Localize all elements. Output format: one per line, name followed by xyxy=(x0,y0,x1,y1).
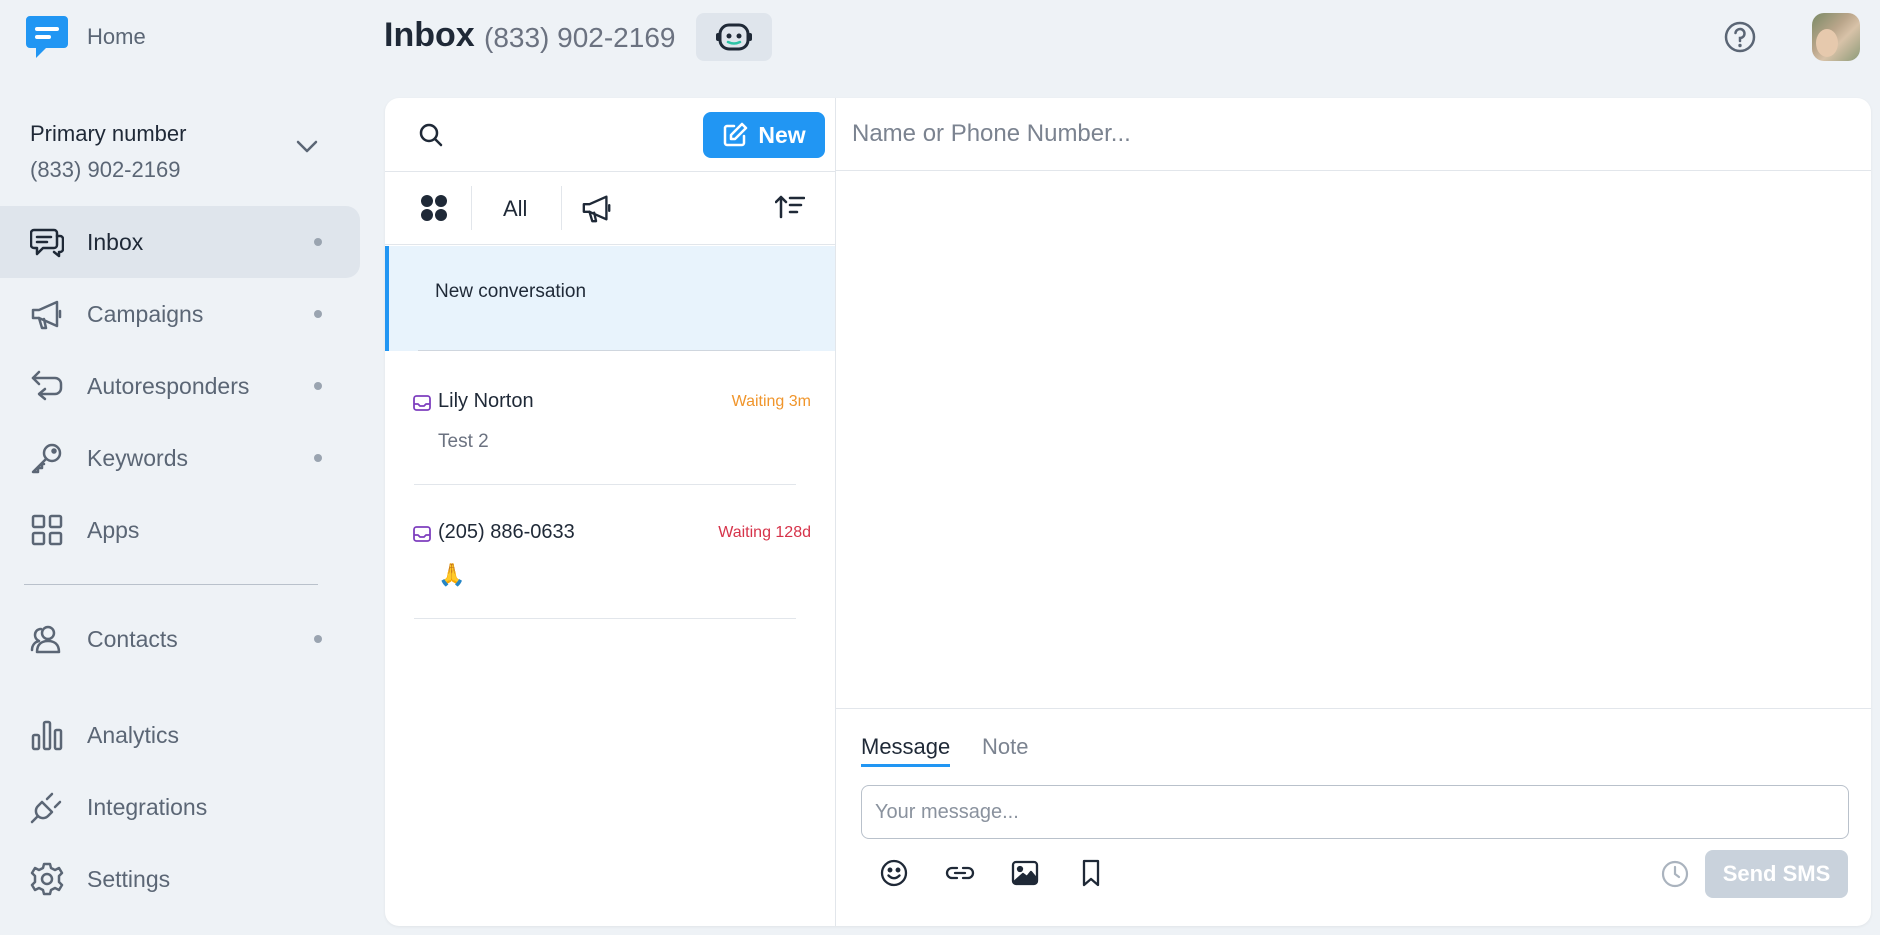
message-preview: 🙏 xyxy=(438,562,466,587)
tab-message[interactable]: Message xyxy=(861,734,951,767)
message-composer: Message Note Your message... Send SMS xyxy=(836,708,1871,926)
sidebar-item-inbox[interactable]: Inbox xyxy=(0,206,360,278)
sidebar-item-integrations[interactable]: Integrations xyxy=(0,771,360,843)
status-dot xyxy=(314,382,322,390)
divider xyxy=(471,186,472,230)
ai-assistant-button[interactable] xyxy=(696,13,772,61)
robot-icon xyxy=(714,19,754,55)
inbox-tray-icon xyxy=(412,393,432,413)
status-dot xyxy=(314,310,322,318)
search-icon[interactable] xyxy=(418,122,444,148)
reply-arrows-icon xyxy=(30,369,64,403)
chat-bubbles-icon xyxy=(30,225,64,259)
link-icon[interactable] xyxy=(944,858,976,888)
emoji-icon[interactable] xyxy=(879,858,909,888)
sidebar-item-label: Inbox xyxy=(87,228,144,255)
send-sms-button[interactable]: Send SMS xyxy=(1705,850,1848,898)
sidebar-item-label: Integrations xyxy=(87,793,208,820)
new-conversation-item[interactable]: New conversation xyxy=(385,246,835,351)
image-icon[interactable] xyxy=(1010,858,1040,888)
divider xyxy=(418,350,800,351)
sort-icon[interactable] xyxy=(775,194,805,220)
gear-icon xyxy=(30,862,64,896)
contacts-icon xyxy=(30,622,64,656)
tab-note[interactable]: Note xyxy=(982,734,1028,760)
sidebar-item-autoresponders[interactable]: Autoresponders xyxy=(0,350,360,422)
chevron-down-icon[interactable] xyxy=(296,140,318,154)
all-sources-filter-icon[interactable] xyxy=(420,194,448,222)
megaphone-icon xyxy=(30,297,64,331)
new-conversation-label: New conversation xyxy=(435,281,587,302)
conversation-item[interactable]: (205) 886-0633 Waiting 128d 🙏 xyxy=(385,521,835,614)
message-preview: Test 2 xyxy=(438,431,489,452)
page-title: Inbox xyxy=(384,16,475,54)
compose-pane: Message Note xyxy=(836,98,1871,926)
contact-name: (205) 886-0633 xyxy=(438,521,575,543)
help-icon[interactable] xyxy=(1723,20,1757,54)
divider xyxy=(561,186,562,230)
recipient-input[interactable] xyxy=(836,98,1871,171)
clock-icon[interactable] xyxy=(1660,859,1690,889)
sidebar-item-apps[interactable]: Apps xyxy=(0,494,360,566)
waiting-status: Waiting 128d xyxy=(718,524,811,541)
key-icon xyxy=(30,441,64,475)
user-avatar[interactable] xyxy=(1812,13,1860,61)
new-button-label: New xyxy=(758,121,806,148)
sidebar-item-label: Apps xyxy=(87,516,140,543)
sidebar-item-keywords[interactable]: Keywords xyxy=(0,422,360,494)
inbox-tray-icon xyxy=(412,524,432,544)
inbox-card: New All New conversation Lily Norton Wai… xyxy=(385,98,1871,926)
primary-number-label: Primary number xyxy=(30,121,187,146)
page-phone-number: (833) 902-2169 xyxy=(484,22,676,53)
sidebar-item-label: Campaigns xyxy=(87,300,204,327)
conversation-item[interactable]: Lily Norton Waiting 3m Test 2 xyxy=(385,390,835,483)
conversation-list-pane: New All New conversation Lily Norton Wai… xyxy=(385,98,836,926)
filter-all[interactable]: All xyxy=(503,196,527,222)
sidebar-item-label: Settings xyxy=(87,865,171,892)
sidebar-item-analytics[interactable]: Analytics xyxy=(0,699,360,771)
list-toolbar: New xyxy=(385,98,835,172)
bar-chart-icon xyxy=(30,718,64,752)
waiting-status: Waiting 3m xyxy=(731,393,811,410)
campaign-filter-megaphone-icon[interactable] xyxy=(581,192,613,224)
primary-number-selector[interactable]: Primary number (833) 902-2169 xyxy=(30,121,186,183)
plug-icon xyxy=(30,790,64,824)
message-input[interactable] xyxy=(861,785,1849,839)
filter-bar: All xyxy=(385,172,835,245)
divider xyxy=(414,618,796,619)
bookmark-icon[interactable] xyxy=(1076,858,1106,888)
sidebar-item-contacts[interactable]: Contacts xyxy=(0,603,360,675)
sidebar-item-label: Analytics xyxy=(87,721,180,748)
compose-icon xyxy=(722,122,748,148)
status-dot xyxy=(314,238,322,246)
divider xyxy=(414,484,796,485)
sidebar-divider xyxy=(24,584,318,585)
sidebar-item-settings[interactable]: Settings xyxy=(0,843,360,915)
primary-number-value: (833) 902-2169 xyxy=(30,157,181,182)
new-conversation-button[interactable]: New xyxy=(703,112,825,158)
sidebar-item-label: Contacts xyxy=(87,625,178,652)
apps-grid-icon xyxy=(30,513,64,547)
contact-name: Lily Norton xyxy=(438,390,534,412)
app-logo[interactable] xyxy=(24,14,70,60)
sidebar-item-campaigns[interactable]: Campaigns xyxy=(0,278,360,350)
home-link[interactable]: Home xyxy=(87,24,146,50)
sidebar-item-label: Keywords xyxy=(87,444,188,471)
sidebar-item-label: Autoresponders xyxy=(87,372,250,399)
status-dot xyxy=(314,635,322,643)
status-dot xyxy=(314,454,322,462)
